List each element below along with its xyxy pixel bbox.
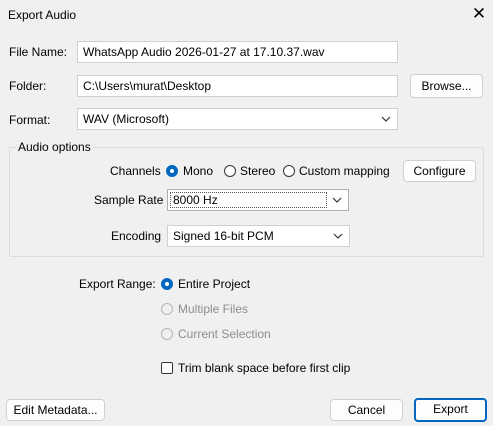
format-select-value: WAV (Microsoft) xyxy=(83,112,169,126)
radio-entire-project[interactable] xyxy=(161,278,173,290)
range-multiple-files-option: Multiple Files xyxy=(161,302,281,317)
sample-rate-label: Sample Rate xyxy=(94,193,164,207)
range-current-selection-label: Current Selection xyxy=(178,327,271,341)
channel-mono-label: Mono xyxy=(183,164,214,178)
folder-input[interactable]: C:\Users\murat\Desktop xyxy=(77,75,398,97)
channel-mono-option[interactable]: Mono xyxy=(166,164,218,179)
range-current-selection-option: Current Selection xyxy=(161,327,281,342)
file-name-input[interactable]: WhatsApp Audio 2026-01-27 at 17.10.37.wa… xyxy=(77,41,398,63)
encoding-label: Encoding xyxy=(111,229,162,243)
channel-stereo-label: Stereo xyxy=(240,164,276,178)
encoding-value: Signed 16-bit PCM xyxy=(173,229,274,243)
file-name-label: File Name: xyxy=(9,45,67,59)
window-title: Export Audio xyxy=(8,8,77,22)
edit-metadata-button[interactable]: Edit Metadata... xyxy=(6,399,105,421)
sample-rate-select[interactable]: 8000 Hz xyxy=(167,189,349,211)
format-label: Format: xyxy=(9,113,51,127)
chevron-down-icon xyxy=(333,233,343,239)
export-audio-dialog: Export Audio ✕ File Name: WhatsApp Audio… xyxy=(0,0,493,426)
trim-blank-checkbox[interactable] xyxy=(161,362,173,374)
chevron-down-icon xyxy=(381,116,391,122)
radio-stereo[interactable] xyxy=(224,165,236,177)
sample-rate-focus-ring xyxy=(170,192,327,208)
range-entire-project-label: Entire Project xyxy=(178,277,251,291)
radio-mono[interactable] xyxy=(166,165,178,177)
file-name-label-text: File Name: xyxy=(9,45,68,59)
folder-label: Folder: xyxy=(9,79,46,93)
range-multiple-files-label: Multiple Files xyxy=(178,302,249,316)
trim-blank-label: Trim blank space before first clip xyxy=(178,361,351,375)
range-entire-project-option[interactable]: Entire Project xyxy=(161,277,281,292)
cancel-button[interactable]: Cancel xyxy=(330,399,403,421)
channels-label: Channels xyxy=(110,164,161,178)
close-icon[interactable]: ✕ xyxy=(468,2,490,26)
browse-button[interactable]: Browse... xyxy=(410,74,483,98)
radio-current-selection xyxy=(161,328,173,340)
channel-stereo-option[interactable]: Stereo xyxy=(224,164,276,179)
configure-button[interactable]: Configure xyxy=(403,160,476,182)
channel-custom-option[interactable]: Custom mapping xyxy=(283,164,395,179)
channel-custom-label: Custom mapping xyxy=(299,164,390,178)
format-select[interactable]: WAV (Microsoft) xyxy=(77,108,398,130)
audio-options-title: Audio options xyxy=(16,140,93,154)
folder-label-text: Folder: xyxy=(9,79,47,93)
chevron-down-icon xyxy=(332,197,342,203)
trim-blank-option[interactable]: Trim blank space before first clip xyxy=(161,361,361,376)
radio-multiple-files xyxy=(161,303,173,315)
export-range-label: Export Range: xyxy=(79,277,156,291)
export-button[interactable]: Export xyxy=(414,398,487,422)
encoding-select[interactable]: Signed 16-bit PCM xyxy=(167,225,350,247)
radio-custom-mapping[interactable] xyxy=(283,165,295,177)
